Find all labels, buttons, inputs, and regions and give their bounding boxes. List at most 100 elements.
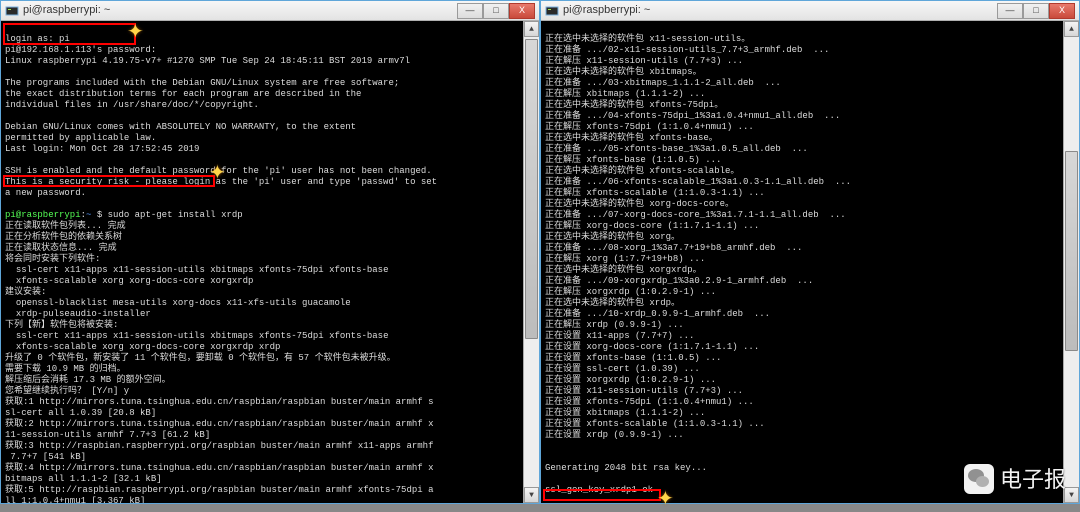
- scroll-down-button[interactable]: ▼: [1064, 487, 1079, 503]
- apt-output: 正在选中未选择的软件包 xorgxrdp。: [545, 265, 702, 275]
- apt-output: 您希望继续执行吗？ [Y/n] y: [5, 386, 129, 396]
- apt-output: xrdp-pulseaudio-installer: [5, 309, 151, 319]
- window-controls: — □ X: [457, 3, 535, 19]
- apt-output: 正在准备 .../08-xorg_1%3a7.7+19+b8_armhf.deb…: [545, 243, 802, 253]
- apt-output: 正在解压 xorg-docs-core (1:1.7.1-1.1) ...: [545, 221, 759, 231]
- scroll-thumb[interactable]: [525, 39, 538, 339]
- apt-get-line: ll 1:1.0.4+nmu1 [3,367 kB]: [5, 496, 145, 503]
- apt-output: 正在准备 .../10-xrdp_0.9.9-1_armhf.deb ...: [545, 309, 770, 319]
- apt-get-line: bitmaps all 1.1.1-2 [32.1 kB]: [5, 474, 162, 484]
- apt-get-line: 7.7+7 [541 kB]: [5, 452, 86, 462]
- minimize-button[interactable]: —: [997, 3, 1023, 19]
- apt-output: 正在读取状态信息... 完成: [5, 243, 117, 253]
- apt-output: 正在设置 xorgxrdp (1:0.2.9-1) ...: [545, 375, 716, 385]
- apt-output: 正在选中未选择的软件包 xfonts-scalable。: [545, 166, 739, 176]
- apt-output: 正在选中未选择的软件包 xorg-docs-core。: [545, 199, 734, 209]
- apt-output: 下列【新】软件包将被安装:: [5, 320, 118, 330]
- shell-prompt[interactable]: pi@raspberrypi:~ $ sudo apt-get install …: [5, 210, 243, 220]
- apt-output: 正在选中未选择的软件包 xbitmaps。: [545, 67, 702, 77]
- text: The programs included with the Debian GN…: [5, 78, 399, 88]
- apt-output: 正在选中未选择的软件包 xfonts-75dpi。: [545, 100, 723, 110]
- apt-output: 正在设置 xfonts-base (1:1.0.5) ...: [545, 353, 721, 363]
- apt-output: 升级了 0 个软件包，新安装了 11 个软件包，要卸载 0 个软件包，有 57 …: [5, 353, 396, 363]
- apt-output: 正在准备 .../03-xbitmaps_1.1.1-2_all.deb ...: [545, 78, 781, 88]
- last-login: Last login: Mon Oct 28 17:52:45 2019: [5, 144, 199, 154]
- command-text: sudo apt-get install xrdp: [108, 210, 243, 220]
- apt-output: 正在选中未选择的软件包 x11-session-utils。: [545, 34, 750, 44]
- maximize-button[interactable]: □: [1023, 3, 1049, 19]
- minimize-button[interactable]: —: [457, 3, 483, 19]
- apt-output: 正在分析软件包的依赖关系树: [5, 232, 122, 242]
- titlebar[interactable]: pi@raspberrypi: ~ — □ X: [541, 1, 1079, 21]
- scroll-up-button[interactable]: ▲: [1064, 21, 1079, 37]
- apt-output: 正在准备 .../06-xfonts-scalable_1%3a1.0.3-1.…: [545, 177, 851, 187]
- apt-output: 正在准备 .../09-xorgxrdp_1%3a0.2.9-1_armhf.d…: [545, 276, 813, 286]
- scrollbar[interactable]: ▲ ▼: [1063, 21, 1079, 503]
- text: Debian GNU/Linux comes with ABSOLUTELY N…: [5, 122, 356, 132]
- apt-get-line: 获取:3 http://raspbian.raspberrypi.org/ras…: [5, 441, 433, 451]
- text: the exact distribution terms for each pr…: [5, 89, 361, 99]
- right-terminal-window: pi@raspberrypi: ~ — □ X 正在选中未选择的软件包 x11-…: [540, 0, 1080, 504]
- ssh-warning: This is a security risk - please login a…: [5, 177, 437, 187]
- apt-output: 正在设置 ssl-cert (1.0.39) ...: [545, 364, 700, 374]
- apt-output: 正在设置 x11-apps (7.7+7) ...: [545, 331, 694, 341]
- apt-output: 正在设置 xbitmaps (1.1.1-2) ...: [545, 408, 705, 418]
- ssh-warning: a new password.: [5, 188, 86, 198]
- scrollbar[interactable]: ▲ ▼: [523, 21, 539, 503]
- apt-output: 正在准备 .../07-xorg-docs-core_1%3a1.7.1-1.1…: [545, 210, 846, 220]
- scroll-up-button[interactable]: ▲: [524, 21, 539, 37]
- login-line: login as: pi: [5, 34, 70, 44]
- apt-output: 建议安装:: [5, 287, 46, 297]
- apt-output: 将会同时安装下列软件:: [5, 254, 100, 264]
- banner-line: Linux raspberrypi 4.19.75-v7+ #1270 SMP …: [5, 56, 410, 66]
- apt-output: 正在解压 xfonts-base (1:1.0.5) ...: [545, 155, 721, 165]
- apt-output: ssl-cert x11-apps x11-session-utils xbit…: [5, 331, 388, 341]
- terminal-body[interactable]: 正在选中未选择的软件包 x11-session-utils。 正在准备 .../…: [541, 21, 1079, 503]
- close-button[interactable]: X: [509, 3, 535, 19]
- apt-output: 正在解压 xorgxrdp (1:0.2.9-1) ...: [545, 287, 716, 297]
- apt-output: ssl-cert x11-apps x11-session-utils xbit…: [5, 265, 388, 275]
- apt-output: 正在读取软件包列表... 完成: [5, 221, 126, 231]
- apt-output: 正在解压 xorg (1:7.7+19+b8) ...: [545, 254, 705, 264]
- putty-icon: [545, 4, 559, 18]
- password-line: pi@192.168.1.113's password:: [5, 45, 156, 55]
- rsa-key-line: Generating 2048 bit rsa key...: [545, 463, 707, 473]
- text: individual files in /usr/share/doc/*/cop…: [5, 100, 259, 110]
- putty-icon: [5, 4, 19, 18]
- apt-output: 正在解压 xfonts-scalable (1:1.0.3-1.1) ...: [545, 188, 765, 198]
- apt-output: xfonts-scalable xorg xorg-docs-core xorg…: [5, 342, 280, 352]
- apt-get-line: 获取:4 http://mirrors.tuna.tsinghua.edu.cn…: [5, 463, 433, 473]
- apt-output: 解压缩后会消耗 17.3 MB 的额外空间。: [5, 375, 171, 385]
- text: permitted by applicable law.: [5, 133, 156, 143]
- close-button[interactable]: X: [1049, 3, 1075, 19]
- apt-output: 正在准备 .../04-xfonts-75dpi_1%3a1.0.4+nmu1_…: [545, 111, 840, 121]
- apt-get-line: 11-session-utils armhf 7.7+3 [61.2 kB]: [5, 430, 210, 440]
- apt-output: 正在解压 xbitmaps (1.1.1-2) ...: [545, 89, 705, 99]
- titlebar[interactable]: pi@raspberrypi: ~ — □ X: [1, 1, 539, 21]
- apt-get-line: 获取:1 http://mirrors.tuna.tsinghua.edu.cn…: [5, 397, 433, 407]
- apt-output: xfonts-scalable xorg xorg-docs-core xorg…: [5, 276, 253, 286]
- apt-output: 正在解压 x11-session-utils (7.7+3) ...: [545, 56, 743, 66]
- apt-output: 需要下载 10.9 MB 的归档。: [5, 364, 126, 374]
- apt-get-line: sl-cert all 1.0.39 [20.8 kB]: [5, 408, 156, 418]
- apt-output: 正在选中未选择的软件包 xrdp。: [545, 298, 680, 308]
- apt-output: 正在设置 xorg-docs-core (1:1.7.1-1.1) ...: [545, 342, 759, 352]
- apt-output: 正在选中未选择的软件包 xorg。: [545, 232, 680, 242]
- apt-output: 正在解压 xfonts-75dpi (1:1.0.4+nmu1) ...: [545, 122, 754, 132]
- maximize-button[interactable]: □: [483, 3, 509, 19]
- apt-output: 正在设置 xfonts-75dpi (1:1.0.4+nmu1) ...: [545, 397, 754, 407]
- left-terminal-window: pi@raspberrypi: ~ — □ X login as: pi pi@…: [0, 0, 540, 504]
- apt-output: 正在设置 x11-session-utils (7.7+3) ...: [545, 386, 743, 396]
- ssl-ok-line: ssl_gen_key_xrdp1 ok: [545, 485, 653, 495]
- scroll-down-button[interactable]: ▼: [524, 487, 539, 503]
- scroll-thumb[interactable]: [1065, 151, 1078, 351]
- apt-output: 正在准备 .../05-xfonts-base_1%3a1.0.5_all.de…: [545, 144, 808, 154]
- terminal-body[interactable]: login as: pi pi@192.168.1.113's password…: [1, 21, 539, 503]
- window-title: pi@raspberrypi: ~: [563, 5, 650, 16]
- apt-output: 正在解压 xrdp (0.9.9-1) ...: [545, 320, 684, 330]
- window-controls: — □ X: [997, 3, 1075, 19]
- apt-get-line: 获取:2 http://mirrors.tuna.tsinghua.edu.cn…: [5, 419, 433, 429]
- apt-output: 正在选中未选择的软件包 xfonts-base。: [545, 133, 718, 143]
- apt-output: 正在设置 xrdp (0.9.9-1) ...: [545, 430, 684, 440]
- apt-output: openssl-blacklist mesa-utils xorg-docs x…: [5, 298, 351, 308]
